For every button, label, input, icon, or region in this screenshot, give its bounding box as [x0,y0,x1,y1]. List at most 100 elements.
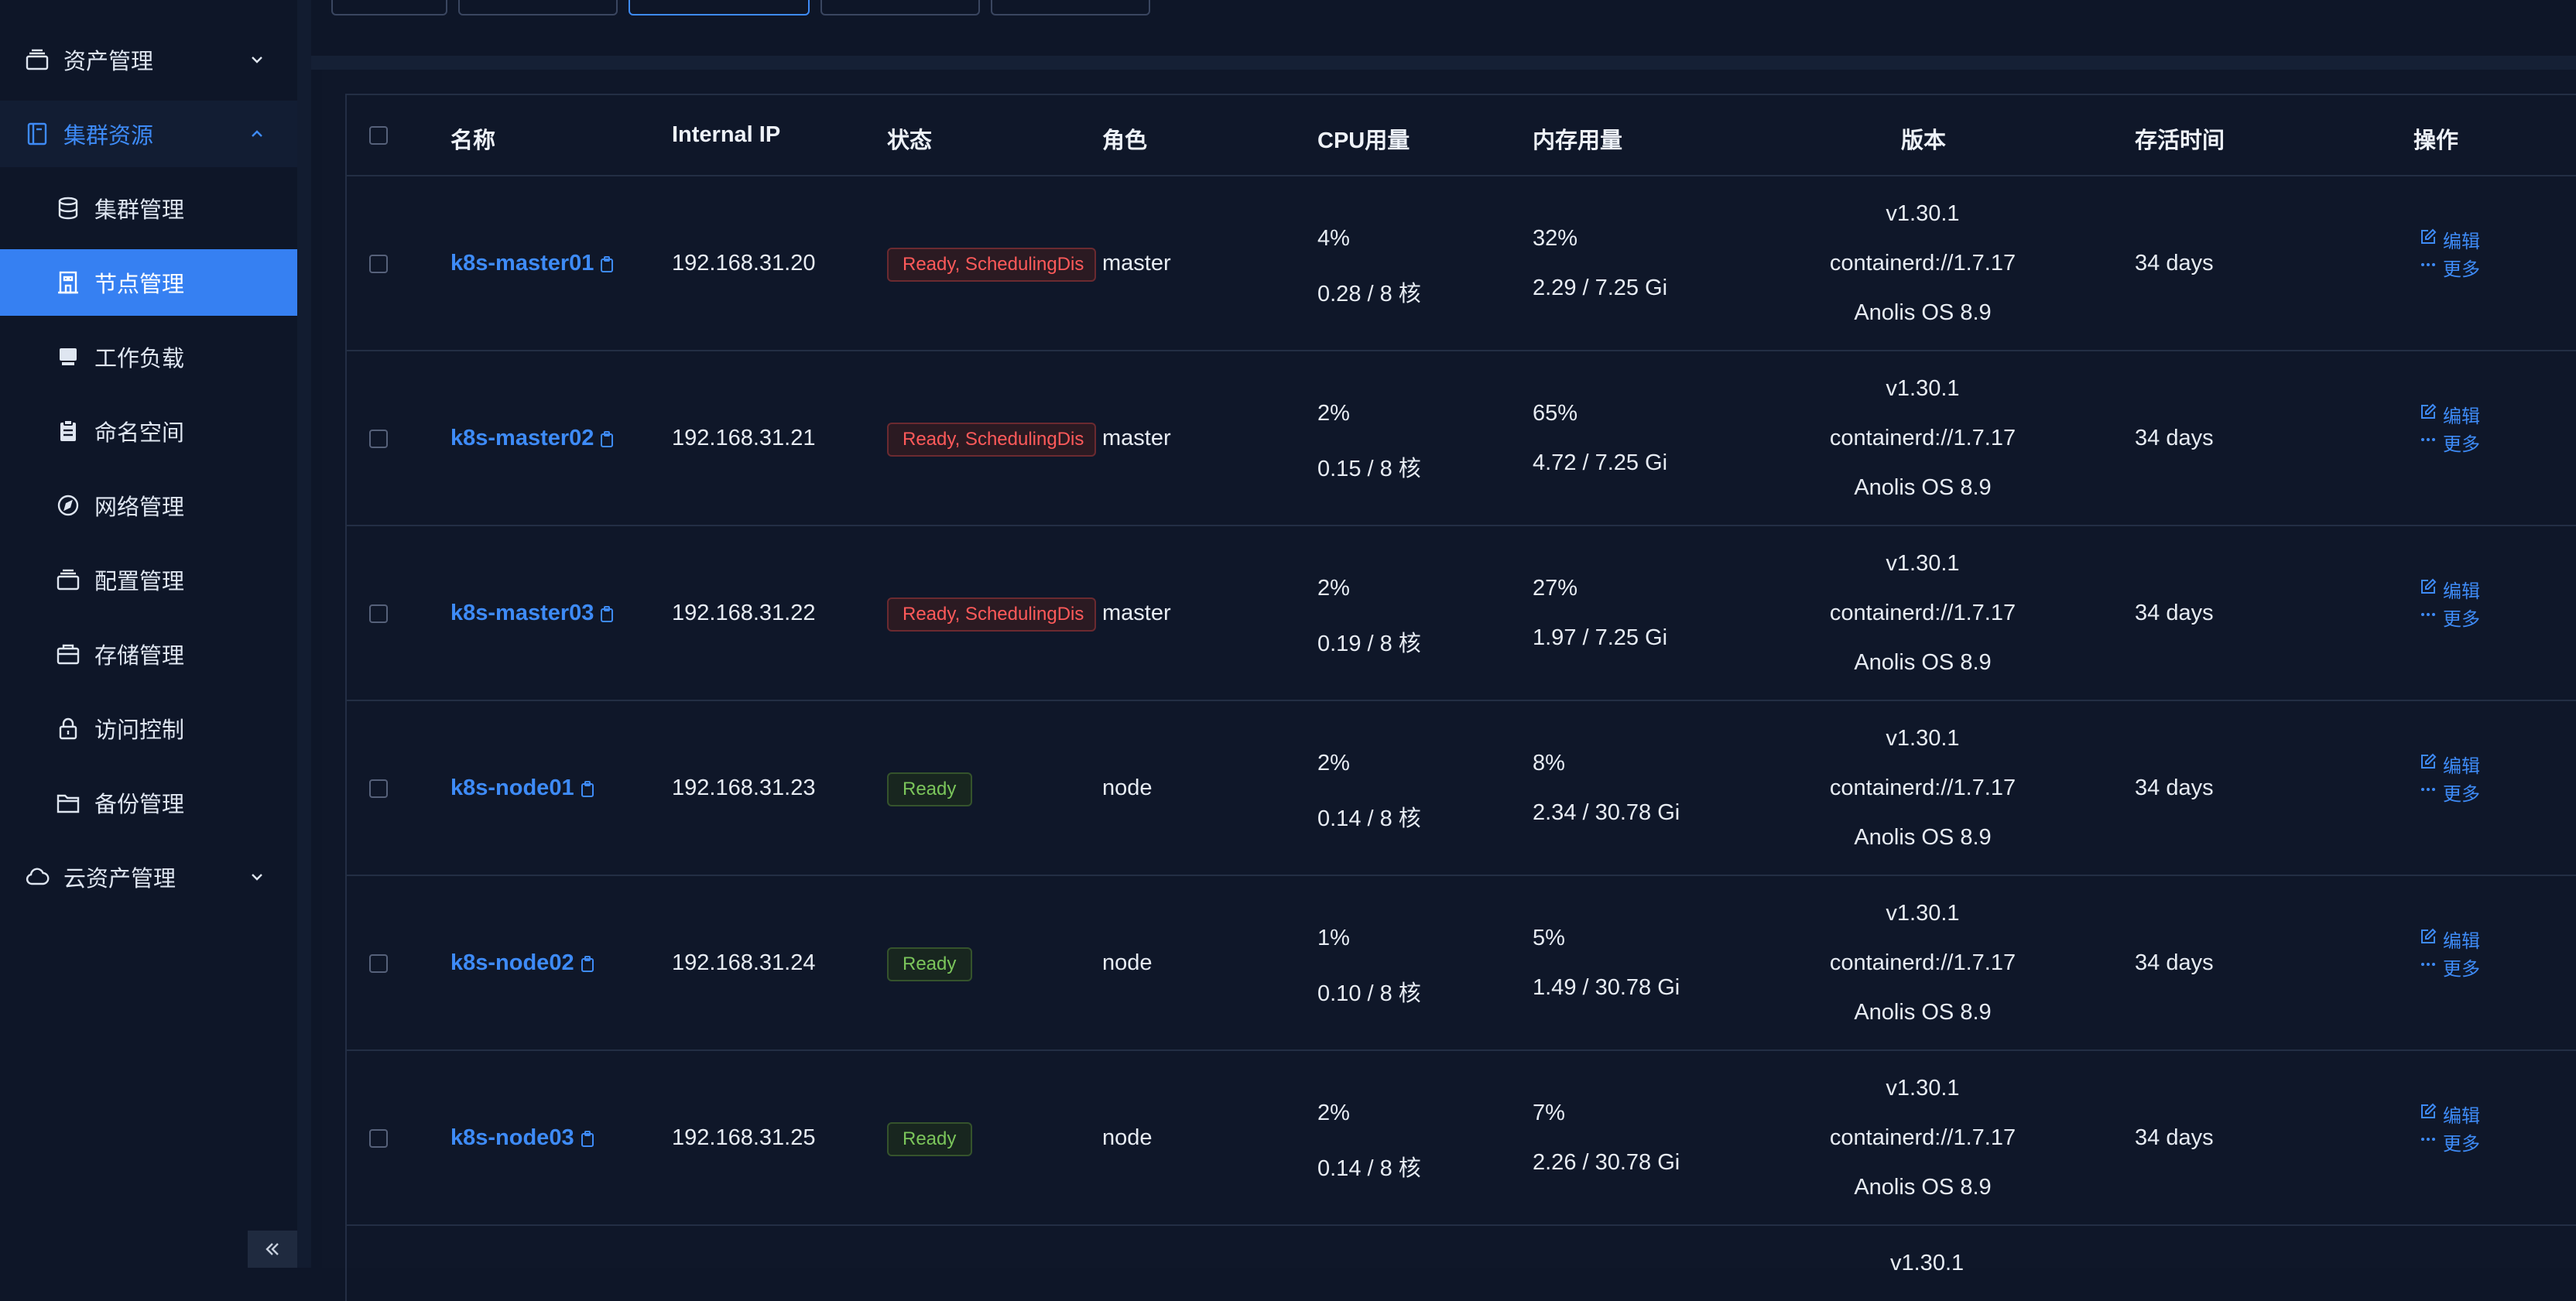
row-checkbox[interactable] [369,604,388,623]
stack-icon [54,566,82,594]
building-icon [54,269,82,296]
cpu-percent: 2% [1317,576,1350,601]
row-checkbox[interactable] [369,1129,388,1148]
age-text: 34 days [2135,775,2214,800]
more-icon [2420,781,2443,803]
row-divider [347,175,2576,176]
select-all-checkbox[interactable] [369,126,388,145]
more-label: 更多 [2443,434,2480,455]
more-button[interactable]: 更多 [2420,604,2480,631]
node-name-link[interactable]: k8s-master01 [450,251,594,276]
row-checkbox[interactable] [369,430,388,448]
folder-icon [54,789,82,817]
row-checkbox[interactable] [369,255,388,273]
sidebar-item-backup[interactable]: 备份管理 [0,769,297,836]
version-text: v1.30.1 [1886,1076,1960,1101]
edit-label: 编辑 [2443,931,2480,952]
edit-icon [2420,928,2443,950]
header-status[interactable]: 状态 [887,122,932,155]
storage-icon [54,640,82,668]
edit-icon [2420,1103,2443,1125]
header-age[interactable]: 存活时间 [2135,122,2225,155]
edit-button[interactable]: 编辑 [2420,226,2480,253]
filter-button-1[interactable] [331,0,447,15]
sidebar-item-label: 集群管理 [94,198,185,223]
runtime-text: containerd://1.7.17 [1829,1125,2016,1150]
sidebar-item-label: 备份管理 [94,793,185,817]
header-cpu[interactable]: CPU用量 [1317,122,1410,155]
node-name-link[interactable]: k8s-node03 [450,1125,574,1150]
header-internal-ip[interactable]: Internal IP [672,122,780,148]
filter-button-4[interactable] [820,0,980,15]
more-label: 更多 [2443,784,2480,805]
sidebar-item-network[interactable]: 网络管理 [0,472,297,539]
memory-percent: 27% [1533,576,1578,601]
node-name-link[interactable]: k8s-master03 [450,601,594,625]
role-text: master [1102,426,1171,450]
sidebar-group-assets[interactable]: 资产管理 [0,26,297,93]
memory-detail: 2.26 / 30.78 Gi [1533,1150,1680,1175]
copy-icon[interactable] [600,606,614,627]
role-text: node [1102,950,1153,975]
copy-icon[interactable] [581,781,594,802]
header-role[interactable]: 角色 [1102,122,1147,155]
edit-button[interactable]: 编辑 [2420,401,2480,428]
cpu-detail: 0.19 / 8 核 [1317,632,1421,656]
sidebar-item-access-control[interactable]: 访问控制 [0,695,297,762]
node-name-cell: k8s-node03 [450,1125,594,1152]
more-icon [2420,956,2443,978]
more-label: 更多 [2443,959,2480,980]
copy-icon[interactable] [600,256,614,277]
sidebar-item-cluster-management[interactable]: 集群管理 [0,175,297,241]
sidebar-item-label: 节点管理 [94,272,185,297]
node-name-link[interactable]: k8s-node01 [450,775,574,800]
sidebar-item-label: 资产管理 [63,50,154,74]
row-checkbox[interactable] [369,954,388,973]
more-button[interactable]: 更多 [2420,779,2480,806]
sidebar-item-namespaces[interactable]: 命名空间 [0,398,297,464]
version-text: v1.30.1 [1886,726,1960,751]
edit-button[interactable]: 编辑 [2420,926,2480,953]
sidebar-item-label: 命名空间 [94,421,185,446]
sidebar-item-config[interactable]: 配置管理 [0,546,297,613]
edit-button[interactable]: 编辑 [2420,1101,2480,1128]
sidebar-group-cluster-resources[interactable]: 集群资源 [0,101,297,167]
copy-icon[interactable] [581,956,594,977]
header-memory[interactable]: 内存用量 [1533,122,1622,155]
chevron-up-icon [252,130,262,137]
cpu-detail: 0.15 / 8 核 [1317,457,1421,481]
age-text: 34 days [2135,251,2214,276]
row-divider [347,1049,2576,1051]
more-button[interactable]: 更多 [2420,953,2480,981]
sidebar-item-workloads[interactable]: 工作负载 [0,324,297,390]
edit-button[interactable]: 编辑 [2420,576,2480,603]
section-divider [311,56,2576,70]
copy-icon[interactable] [600,431,614,452]
internal-ip: 192.168.31.24 [672,950,816,975]
copy-icon[interactable] [581,1131,594,1152]
age-text: 34 days [2135,1125,2214,1150]
sidebar-group-cloud-assets[interactable]: 云资产管理 [0,844,297,910]
filter-button-2[interactable] [458,0,618,15]
sidebar-item-node-management[interactable]: 节点管理 [0,249,297,316]
more-button[interactable]: 更多 [2420,1128,2480,1155]
node-name-link[interactable]: k8s-master02 [450,426,594,450]
filter-button-3[interactable] [629,0,810,15]
filter-button-5[interactable] [991,0,1150,15]
memory-detail: 2.34 / 30.78 Gi [1533,800,1680,825]
node-name-link[interactable]: k8s-node02 [450,950,574,975]
node-name-cell: k8s-master01 [450,251,614,277]
row-divider [347,525,2576,526]
row-checkbox[interactable] [369,779,388,798]
header-version[interactable]: 版本 [1901,122,1946,155]
edit-icon [2420,228,2443,251]
edit-button[interactable]: 编辑 [2420,751,2480,778]
more-button[interactable]: 更多 [2420,429,2480,456]
chevron-down-icon [252,874,262,881]
sidebar-collapse-button[interactable] [248,1231,297,1268]
sidebar-item-label: 网络管理 [94,495,185,520]
more-label: 更多 [2443,259,2480,280]
more-button[interactable]: 更多 [2420,254,2480,281]
sidebar-item-storage[interactable]: 存储管理 [0,621,297,687]
header-name[interactable]: 名称 [450,122,495,155]
